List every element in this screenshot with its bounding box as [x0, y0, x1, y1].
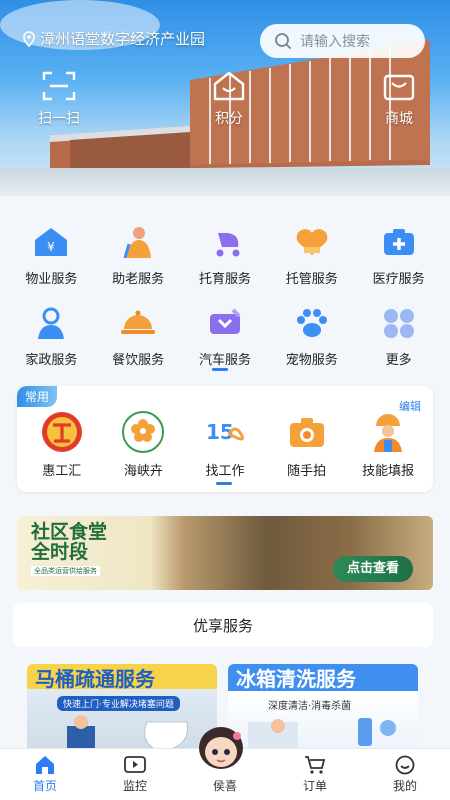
svg-text:¥: ¥: [48, 240, 56, 254]
common-item-flower[interactable]: 海峡卉: [103, 410, 183, 479]
tab-monitor[interactable]: 监控: [100, 749, 170, 800]
mascot-avatar-icon[interactable]: [193, 722, 249, 774]
fridge-service-card[interactable]: 冰箱清洗服务 深度清洁·消毒杀菌: [228, 664, 418, 754]
search-placeholder: 请输入搜索: [300, 34, 370, 50]
common-row: 惠工汇 海峡卉 15 找工作 随手拍 技能填报: [17, 410, 433, 479]
service-item-pet[interactable]: 宠物服务: [272, 303, 352, 368]
points-button[interactable]: 积分: [194, 70, 264, 128]
common-item-camera[interactable]: 随手拍: [267, 410, 347, 479]
search-input[interactable]: 请输入搜索: [260, 24, 425, 58]
common-item-union[interactable]: 惠工汇: [22, 410, 102, 479]
medical-icon: [379, 222, 419, 262]
worker-icon: [366, 410, 410, 454]
service-item-housekeeping[interactable]: 家政服务: [11, 303, 91, 368]
tab-profile[interactable]: 我的: [370, 749, 440, 800]
service-grid: ¥ 物业服务 助老服务 托育服务 托管服务 医疗服务 家政服务 餐饮服务 汽车服…: [0, 222, 450, 384]
promo-title: 冰箱清洗服务: [236, 667, 356, 691]
scan-label: 扫一扫: [38, 111, 80, 127]
housekeeping-icon: [31, 303, 71, 343]
camera-icon: [285, 410, 329, 454]
preferred-title: 优享服务: [192, 616, 253, 635]
search-icon: [275, 33, 292, 50]
common-item-job[interactable]: 15 找工作: [185, 410, 265, 479]
service-item-property[interactable]: ¥ 物业服务: [11, 222, 91, 287]
union-icon: [40, 410, 84, 454]
common-tag: 常用: [17, 386, 58, 407]
stroller-icon: [205, 222, 245, 262]
common-label: 找工作: [205, 464, 245, 479]
elderly-icon: [118, 222, 158, 262]
toilet-service-card[interactable]: 马桶疏通服务 快速上门·专业解决堵塞问题: [27, 664, 217, 754]
common-card: 常用 编辑 惠工汇 海峡卉 15 找工作 随手拍 技能填报: [17, 386, 433, 492]
hero-banner: 漳州语堂数字经济产业园 请输入搜索 扫一扫 积分 商城: [0, 0, 450, 196]
mall-button[interactable]: 商城: [364, 70, 434, 128]
banner-title-line2: 全时段: [31, 541, 89, 563]
service-item-elderly[interactable]: 助老服务: [98, 222, 178, 287]
points-icon: [213, 71, 245, 101]
service-label: 餐饮服务: [112, 353, 165, 368]
service-item-custody[interactable]: 托管服务: [272, 222, 352, 287]
service-label: 医疗服务: [372, 272, 425, 287]
service-item-more[interactable]: 更多: [359, 303, 439, 368]
dining-icon: [118, 303, 158, 343]
service-label: 宠物服务: [285, 353, 338, 368]
service-label: 家政服务: [25, 353, 78, 368]
service-item-dining[interactable]: 餐饮服务: [98, 303, 178, 368]
home-icon: [36, 756, 54, 774]
service-label: 物业服务: [25, 272, 78, 287]
property-icon: ¥: [31, 222, 71, 262]
service-label: 汽车服务: [198, 353, 251, 368]
more-icon: [379, 303, 419, 343]
job-icon: 15: [203, 410, 247, 454]
banner-subtitle: 全品类运营供给服务: [31, 566, 100, 576]
service-label: 托育服务: [198, 272, 251, 287]
service-label: 更多: [385, 353, 412, 368]
paw-icon: [292, 303, 332, 343]
banner-title: 社区食堂 全时段: [31, 522, 107, 562]
promo-subtitle: 深度清洁·消毒杀菌: [268, 701, 352, 712]
promo-title: 马桶疏通服务: [35, 667, 155, 691]
canteen-banner[interactable]: 社区食堂 全时段 全品类运营供给服务 点击查看: [17, 516, 433, 590]
preferred-header: 优享服务: [13, 603, 433, 647]
common-label: 惠工汇: [42, 464, 82, 479]
service-item-medical[interactable]: 医疗服务: [359, 222, 439, 287]
mall-label: 商城: [385, 111, 413, 127]
common-label: 随手拍: [287, 464, 327, 479]
tab-label: 订单: [302, 779, 327, 793]
tab-label: 侯喜: [212, 779, 237, 793]
promo-subtitle: 快速上门·专业解决堵塞问题: [57, 696, 180, 711]
service-page-indicator: [212, 368, 228, 371]
scan-button[interactable]: 扫一扫: [24, 70, 94, 128]
tab-label: 监控: [122, 779, 147, 793]
view-button[interactable]: 点击查看: [332, 556, 413, 582]
service-row: 家政服务 餐饮服务 汽车服务 宠物服务 更多: [0, 303, 450, 368]
monitor-icon: [124, 756, 146, 773]
plaza-ground: [0, 168, 450, 196]
common-page-indicator: [216, 482, 232, 485]
car-service-icon: [205, 303, 245, 343]
tab-home[interactable]: 首页: [10, 749, 80, 800]
location-text: 漳州语堂数字经济产业园: [40, 30, 206, 48]
banner-title-line1: 社区食堂: [31, 521, 108, 543]
mall-icon: [383, 74, 415, 101]
service-label: 托管服务: [285, 272, 338, 287]
points-label: 积分: [215, 111, 243, 127]
flower-icon: [121, 410, 165, 454]
common-label: 海峡卉: [123, 464, 163, 479]
location-label[interactable]: 漳州语堂数字经济产业园: [22, 28, 205, 49]
tab-label: 我的: [392, 779, 417, 793]
service-item-childcare[interactable]: 托育服务: [185, 222, 265, 287]
service-row: ¥ 物业服务 助老服务 托育服务 托管服务 医疗服务: [0, 222, 450, 287]
tab-label: 首页: [32, 779, 57, 793]
service-label: 助老服务: [112, 272, 165, 287]
location-pin-icon: [23, 30, 35, 47]
service-item-car[interactable]: 汽车服务: [185, 303, 265, 368]
care-icon: [292, 222, 332, 262]
common-label: 技能填报: [362, 464, 415, 479]
tab-orders[interactable]: 订单: [280, 749, 350, 800]
common-item-skill[interactable]: 技能填报: [348, 410, 428, 479]
smile-icon: [395, 755, 415, 775]
cart-icon: [305, 756, 326, 774]
scan-icon: [42, 71, 76, 101]
